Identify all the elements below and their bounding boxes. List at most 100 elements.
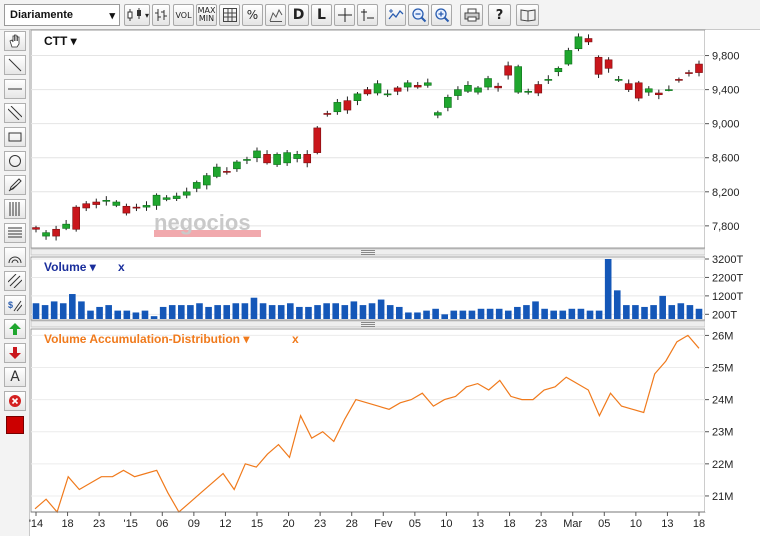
arc-icon[interactable] [4,247,26,267]
volume-bar [259,303,267,319]
price-scale-icon[interactable]: $ [4,295,26,315]
candle-body [42,232,50,237]
ad-tick-label: 22M [712,459,733,471]
text-tool-icon[interactable]: A [4,367,26,387]
percent-button[interactable]: % [242,4,263,26]
trendline-glyph [360,9,374,21]
ad-panel [30,328,706,513]
x-tick-label: '14 [29,518,43,530]
candle-body [273,154,281,165]
ohlc-icon[interactable] [152,4,170,26]
volume-bar [196,303,203,319]
x-tick-label: '15 [124,518,138,530]
volume-toggle-button[interactable]: VOL [173,4,194,26]
volume-bar [550,310,557,319]
rectangle-glyph [8,132,22,142]
candle-body [253,150,261,159]
fibonacci-icon[interactable] [4,199,26,219]
candle-body [142,205,151,208]
x-tick-label: 06 [156,518,168,530]
compare-icon[interactable] [385,4,406,26]
help-icon[interactable]: ? [488,4,511,26]
candle-body [112,201,121,206]
volume-bar [395,306,403,319]
log-scale-icon[interactable] [265,4,286,26]
x-tick-label: 05 [598,518,610,530]
pencil-icon[interactable] [4,175,26,195]
candle-body [574,36,583,50]
max-min-button[interactable]: MAX MIN [196,4,217,26]
parallel-lines-icon[interactable] [4,103,26,123]
channel-icon[interactable] [4,271,26,291]
book-glyph [520,9,535,22]
candle-body [353,93,362,101]
volume-bar [686,305,694,319]
volume-bar [359,305,367,319]
chart-area[interactable]: negocios 7,800 8,200 8,600 9,000 9,400 9,800 2… [0,0,760,536]
price-tick-label: 7,800 [712,221,740,233]
horizontal-line-icon[interactable] [4,79,26,99]
zoom-out-icon[interactable] [408,4,429,26]
volume-bar [541,308,548,319]
crosshair-icon[interactable] [334,4,355,26]
arrow-up-icon[interactable] [4,319,26,339]
volume-bar [650,305,657,319]
x-tick-label: 15 [251,518,263,530]
volume-bar [668,305,676,319]
candlestick-icon[interactable]: ▾ [124,4,150,26]
zoom-in-icon[interactable] [431,4,452,26]
volume-bar [423,310,430,319]
volume-close-icon: x [118,260,125,274]
line-tool-icon[interactable] [4,55,26,75]
volume-bar [477,308,485,319]
rectangle-icon[interactable] [4,127,26,147]
levels-icon[interactable] [4,223,26,243]
candle-body [32,227,40,230]
horizontal-line-glyph [8,88,22,90]
arrow-up-glyph [9,323,21,335]
volume-bar [105,305,112,319]
ad-tick-label: 21M [712,491,733,503]
delete-icon[interactable] [4,391,26,411]
grid-icon[interactable] [219,4,240,26]
volume-bar [405,312,412,319]
volume-bar [441,314,448,319]
candle-body [152,194,161,206]
price-scale-area [705,30,760,512]
color-swatch [6,416,24,434]
candle-body [675,79,683,81]
candle-body [162,197,171,200]
volume-bar [695,308,703,319]
volume-bar [314,305,321,319]
color-picker-icon[interactable] [4,415,26,435]
x-tick-label: 10 [630,518,642,530]
candlestick-glyph [127,8,141,21]
period-select[interactable]: Diariamente ▾ [4,4,120,26]
candle-body [393,87,402,92]
volume-bar [332,303,340,319]
print-glyph [464,8,479,22]
l-button[interactable]: L [311,4,332,26]
arrow-down-icon[interactable] [4,343,26,363]
volume-bar [377,299,385,319]
hand-icon[interactable] [4,31,26,51]
candle-body [233,161,241,170]
candle-body [524,91,533,93]
candle-body [644,88,653,93]
candle-body [564,50,573,65]
d-button[interactable]: D [288,4,309,26]
volume-bar [641,306,648,319]
crosshair-glyph [337,8,352,22]
book-icon[interactable] [516,4,539,26]
x-tick-label: 23 [314,518,326,530]
circle-icon[interactable] [4,151,26,171]
price-tick-label: 8,200 [712,187,740,199]
x-tick-label: Mar [563,518,582,530]
trendline-tool-icon[interactable] [357,4,378,26]
print-icon[interactable] [460,4,483,26]
candle-body [604,59,613,69]
volume-bar [586,310,594,319]
main-toolbar: Diariamente ▾ ▾ VOL MAX MIN % D L ? [0,0,760,30]
candle-body [263,154,271,164]
channel-glyph [8,274,22,288]
